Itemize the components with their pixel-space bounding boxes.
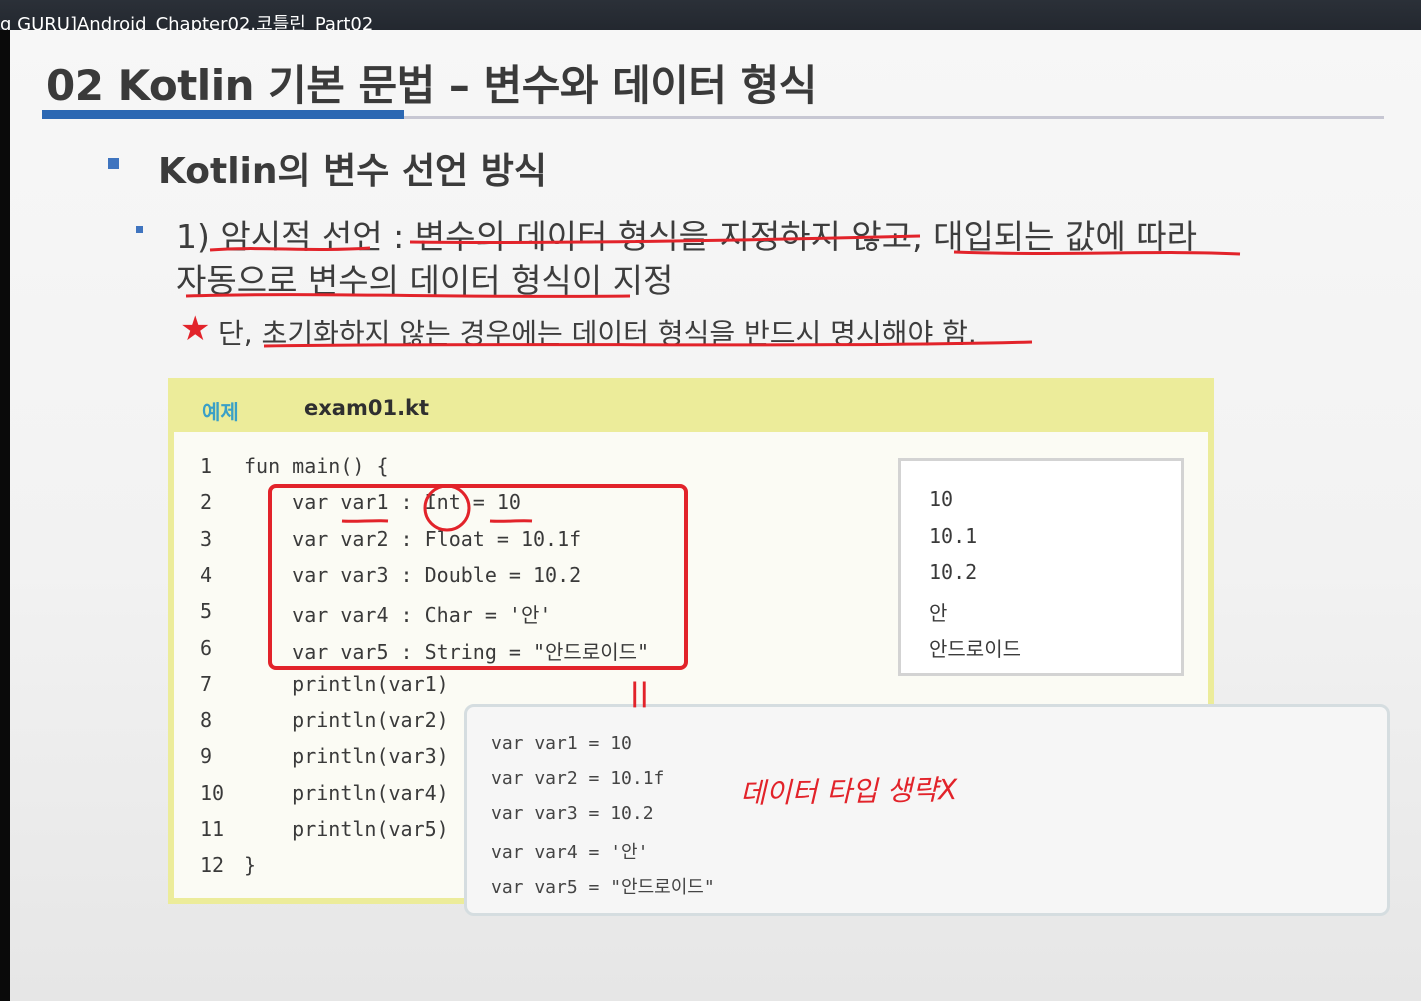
point1-line1: 1) 암시적 선언 : 변수의 데이터 형식을 지정하지 않고, 대입되는 값에… (176, 217, 1197, 256)
overlay-code-line: var var3 = 10.2 (491, 803, 654, 824)
line-number: 7 (200, 671, 213, 696)
overlay-code-line: var var5 = "안드로이드" (491, 877, 715, 898)
code-text: } (244, 853, 257, 878)
note-line: 단, 초기화하지 않는 경우에는 데이터 형식을 반드시 명시해야 함. (218, 317, 977, 350)
bullet-square-icon (108, 158, 119, 169)
output-line: 10 (929, 487, 954, 511)
bullet-square-small-icon (136, 226, 143, 233)
title-rule-accent (42, 110, 404, 119)
example-filename: exam01.kt (304, 396, 430, 420)
section-heading: Kotlin의 변수 선언 방식 (158, 151, 547, 192)
red-star-icon: ★ (180, 309, 211, 349)
left-edge (0, 30, 10, 1001)
code-text: var var4 : Char = '안' (244, 603, 552, 628)
point1-line2: 자동으로 변수의 데이터 형식이 지정 (176, 261, 674, 300)
code-text: var var1 : Int = 10 (244, 490, 521, 515)
overlay-code-line: var var1 = 10 (491, 733, 632, 754)
code-text: println(var1) (244, 671, 449, 696)
line-number: 1 (200, 454, 213, 478)
line-number: 5 (200, 599, 213, 624)
handwritten-equals-mark: || (630, 678, 649, 708)
overlay-code-line: var var4 = '안' (491, 842, 649, 863)
line-number: 12 (200, 853, 225, 878)
code-text: println(var4) (244, 780, 449, 805)
line-number: 8 (200, 708, 213, 733)
line-number: 11 (200, 817, 225, 841)
code-text: println(var5) (244, 817, 449, 841)
line-number: 4 (200, 562, 213, 587)
output-box: 10 10.1 10.2 안안드로이드 (898, 458, 1184, 676)
title-rule (404, 116, 1384, 119)
code-text: var var5 : String = "안드로이드" (244, 639, 650, 664)
line-number: 2 (200, 490, 213, 515)
overlay-code-line: var var2 = 10.1f (491, 768, 665, 789)
line-number: 3 (200, 526, 213, 551)
output-line: 안드로이드 (929, 637, 1021, 661)
handwritten-note: 데이터 타입 생략X (739, 773, 958, 810)
output-line: 안 (929, 600, 948, 625)
output-line: 10.1 (929, 523, 978, 548)
code-text: var var3 : Double = 10.2 (244, 562, 582, 587)
slide-title: 02 Kotlin 기본 문법 – 변수와 데이터 형식 (46, 61, 817, 110)
code-text: println(var3) (244, 744, 449, 769)
line-number: 9 (200, 744, 213, 769)
implicit-declaration-overlay: var var1 = 10 var var2 = 10.1f var var3 = … (464, 704, 1390, 916)
code-text: fun main() { (244, 454, 389, 478)
output-line: 10.2 (929, 560, 978, 584)
line-number: 6 (200, 635, 213, 660)
code-text: var var2 : Float = 10.1f (244, 526, 582, 551)
example-tag: 예제 (202, 400, 239, 424)
line-number: 10 (200, 780, 225, 805)
code-text: println(var2) (244, 708, 449, 733)
slide: 02 Kotlin 기본 문법 – 변수와 데이터 형식 Kotlin의 변수 … (10, 30, 1421, 1001)
example-header: 예제 exam01.kt (174, 384, 1208, 432)
